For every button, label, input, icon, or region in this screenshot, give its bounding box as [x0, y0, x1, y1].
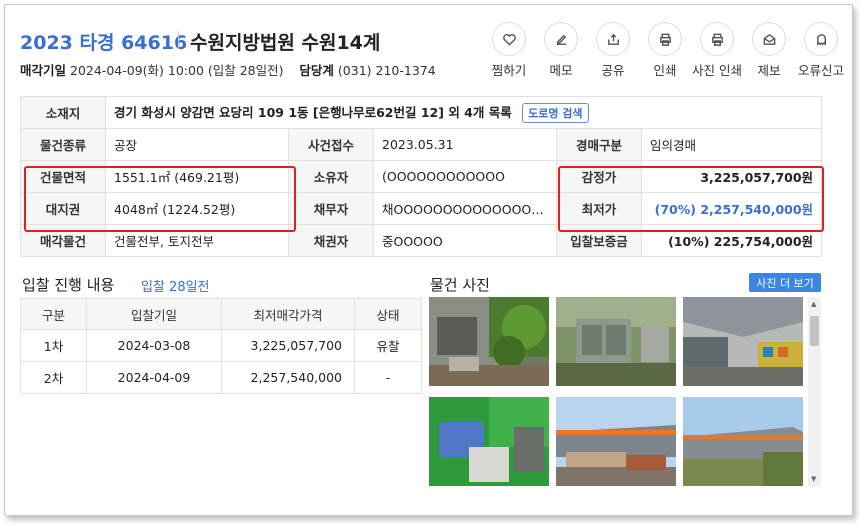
creditor-label: 채권자 [288, 224, 374, 257]
status-cell: - [354, 361, 422, 394]
favorite-label: 찜하기 [491, 63, 527, 78]
property-photo-1[interactable] [429, 297, 549, 386]
action-toolbar: 찜하기 메모 공유 인쇄 사진 인쇄 제보 오류신고 [483, 22, 847, 79]
memo-label: 메모 [549, 63, 573, 78]
status-cell: 유찰 [354, 329, 422, 362]
price-highlight-box [558, 166, 824, 232]
photo-print-button[interactable]: 사진 인쇄 [691, 22, 743, 79]
received-label: 사건접수 [288, 128, 374, 161]
auction-kind-value: 임의경매 [640, 128, 823, 161]
bid-history-title: 입찰 진행 내용 [22, 276, 115, 294]
type-value: 공장 [105, 128, 289, 161]
favorite-button[interactable]: 찜하기 [483, 22, 535, 79]
ghost-icon [816, 33, 826, 46]
creditor-value: 중OOOOO [373, 224, 557, 257]
print-icon [659, 33, 671, 46]
property-photo-5[interactable] [556, 397, 676, 486]
heart-icon [502, 33, 516, 46]
photo-scrollbar[interactable]: ▲ ▼ [808, 297, 821, 487]
share-icon [607, 33, 619, 45]
property-photo-2[interactable] [556, 297, 676, 386]
scroll-down-icon[interactable]: ▼ [811, 475, 816, 483]
mail-icon [763, 33, 775, 45]
sale-date-value: 2024-04-09(화) 10:00 (입찰 28일전) [70, 63, 284, 78]
case-number: 2023 타경 64616 [20, 32, 188, 54]
memo-button[interactable]: 메모 [535, 22, 587, 79]
price-cell: 2,257,540,000 [221, 361, 355, 394]
error-report-label: 오류신고 [797, 63, 844, 78]
contact-value: (031) 210-1374 [337, 63, 436, 78]
property-photo-4[interactable] [429, 397, 549, 486]
scroll-up-icon[interactable]: ▲ [811, 300, 816, 308]
col-date: 입찰기일 [86, 298, 222, 330]
debtor-label: 채무자 [288, 192, 374, 225]
bid-countdown: 입찰 28일전 [141, 280, 210, 295]
col-min-price: 최저매각가격 [221, 298, 355, 330]
court-name: 수원지방법원 수원14계 [190, 32, 381, 54]
schedule-line: 매각기일 2024-04-09(화) 10:00 (입찰 28일전) 담당계 (… [20, 60, 440, 79]
road-name-search-button[interactable]: 도로명 검색 [522, 103, 589, 123]
date-cell: 2024-04-09 [86, 361, 222, 394]
location-value: 경기 화성시 양감면 요당리 109 1동 [은행나무로62번길 12] 외 4… [114, 105, 512, 120]
title-divider [178, 31, 179, 49]
received-value: 2023.05.31 [373, 128, 557, 161]
round-cell: 1차 [20, 329, 87, 362]
round-cell: 2차 [20, 361, 87, 394]
date-cell: 2024-03-08 [86, 329, 222, 362]
property-photo-6[interactable] [683, 397, 803, 486]
price-cell: 3,225,057,700 [221, 329, 355, 362]
share-label: 공유 [601, 63, 625, 78]
sale-date-label: 매각기일 [20, 63, 67, 78]
debtor-value: 채OOOOOOOOOOOOOOOOO [373, 192, 557, 225]
table-row: 1차 2024-03-08 3,225,057,700 유찰 [20, 329, 422, 362]
scroll-thumb[interactable] [810, 316, 819, 346]
report-label: 제보 [757, 63, 781, 78]
contact-label: 담당계 [299, 63, 334, 78]
share-button[interactable]: 공유 [587, 22, 639, 79]
error-report-button[interactable]: 오류신고 [795, 22, 847, 79]
location-cell: 경기 화성시 양감면 요당리 109 1동 [은행나무로62번길 12] 외 4… [104, 96, 823, 129]
col-round: 구분 [20, 298, 87, 330]
table-row: 2차 2024-04-09 2,257,540,000 - [20, 361, 422, 394]
photo-print-label: 사진 인쇄 [692, 63, 742, 78]
more-photos-button[interactable]: 사진 더 보기 [749, 273, 821, 292]
print-icon [711, 33, 723, 46]
area-highlight-box [24, 166, 296, 232]
print-button[interactable]: 인쇄 [639, 22, 691, 79]
photos-title: 물건 사진 [430, 276, 490, 294]
bid-history-table: 구분 입찰기일 최저매각가격 상태 1차 2024-03-08 3,225,05… [20, 298, 422, 394]
edit-icon [556, 34, 566, 45]
auction-kind-label: 경매구분 [556, 128, 642, 161]
location-label: 소재지 [20, 96, 106, 129]
property-photo-3[interactable] [683, 297, 803, 386]
type-label: 물건종류 [20, 128, 106, 161]
photo-gallery [429, 297, 821, 487]
col-status: 상태 [354, 298, 422, 330]
owner-label: 소유자 [288, 160, 374, 193]
owner-value: (OOOOOOOOOOOO [373, 160, 557, 193]
print-label: 인쇄 [653, 63, 677, 78]
report-button[interactable]: 제보 [743, 22, 795, 79]
